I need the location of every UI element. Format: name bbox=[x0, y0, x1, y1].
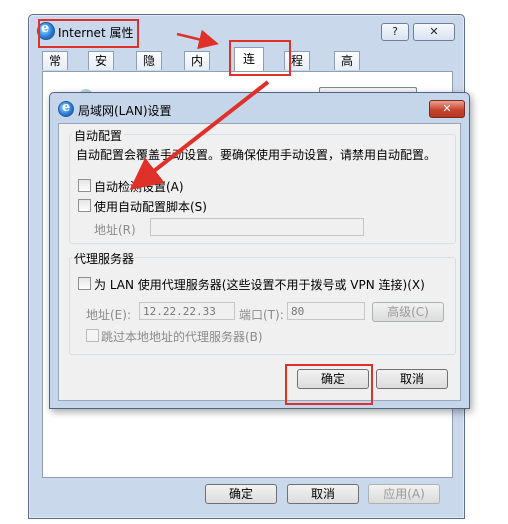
annotation-arrows bbox=[129, 29, 270, 190]
arrow-to-auto-detect bbox=[129, 80, 270, 190]
arrow-to-tab bbox=[176, 29, 219, 50]
